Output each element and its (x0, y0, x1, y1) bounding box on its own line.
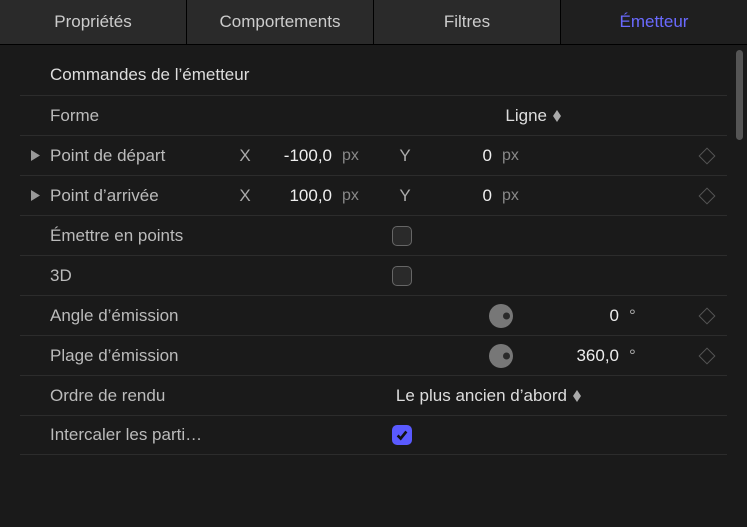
emission-angle-field[interactable]: 0 (539, 306, 619, 326)
tab-bar: Propriétés Comportements Filtres Émetteu… (0, 0, 747, 45)
end-y-field[interactable]: 0 (420, 186, 492, 206)
emission-range-field[interactable]: 360,0 (539, 346, 619, 366)
tab-properties[interactable]: Propriétés (0, 0, 187, 44)
shape-value: Ligne (505, 106, 547, 126)
row-emit-points: Émettre en points (20, 215, 727, 255)
keyframe-button[interactable] (699, 307, 716, 324)
interleave-checkbox[interactable] (392, 425, 412, 445)
scrollbar-thumb[interactable] (736, 50, 743, 140)
tab-label: Filtres (444, 12, 490, 32)
tab-label: Propriétés (54, 12, 131, 32)
label-emit-points: Émettre en points (50, 226, 230, 246)
render-order-dropdown[interactable]: Le plus ancien d’abord (396, 386, 587, 406)
tab-behaviors[interactable]: Comportements (187, 0, 374, 44)
label-interleave: Intercaler les parti… (50, 425, 230, 445)
label-render-order: Ordre de rendu (50, 386, 230, 406)
tab-emitter[interactable]: Émetteur (561, 0, 747, 44)
label-emission-angle: Angle d’émission (50, 306, 230, 326)
y-label: Y (396, 186, 414, 206)
tab-filters[interactable]: Filtres (374, 0, 561, 44)
row-interleave: Intercaler les parti… (20, 415, 727, 455)
disclosure-end[interactable] (20, 190, 50, 201)
section-header: Commandes de l’émetteur (20, 55, 727, 95)
start-y-field[interactable]: 0 (420, 146, 492, 166)
emission-range-dial[interactable] (489, 344, 513, 368)
3d-checkbox[interactable] (392, 266, 412, 286)
row-3d: 3D (20, 255, 727, 295)
label-3d: 3D (50, 266, 230, 286)
y-label: Y (396, 146, 414, 166)
emit-points-checkbox[interactable] (392, 226, 412, 246)
tab-label: Émetteur (620, 12, 689, 32)
start-x-field[interactable]: -100,0 (260, 146, 332, 166)
row-end-point: Point d’arrivée X 100,0 px Y 0 px (20, 175, 727, 215)
stepper-icon (553, 110, 561, 122)
x-label: X (236, 146, 254, 166)
render-order-value: Le plus ancien d’abord (396, 386, 567, 406)
unit-px: px (338, 147, 366, 165)
unit-px: px (498, 187, 526, 205)
end-x-field[interactable]: 100,0 (260, 186, 332, 206)
keyframe-button[interactable] (699, 347, 716, 364)
row-shape: Forme Ligne (20, 95, 727, 135)
row-emission-range: Plage d’émission 360,0 ° (20, 335, 727, 375)
shape-dropdown[interactable]: Ligne (505, 106, 567, 126)
label-emission-range: Plage d’émission (50, 346, 230, 366)
row-render-order: Ordre de rendu Le plus ancien d’abord (20, 375, 727, 415)
emission-angle-dial[interactable] (489, 304, 513, 328)
label-start: Point de départ (50, 146, 230, 166)
label-shape: Forme (50, 106, 230, 126)
unit-px: px (498, 147, 526, 165)
unit-px: px (338, 187, 366, 205)
stepper-icon (573, 390, 581, 402)
row-emission-angle: Angle d’émission 0 ° (20, 295, 727, 335)
keyframe-button[interactable] (699, 147, 716, 164)
tab-label: Comportements (220, 12, 341, 32)
row-start-point: Point de départ X -100,0 px Y 0 px (20, 135, 727, 175)
unit-degree: ° (625, 346, 643, 366)
unit-degree: ° (625, 306, 643, 326)
disclosure-start[interactable] (20, 150, 50, 161)
x-label: X (236, 186, 254, 206)
keyframe-button[interactable] (699, 187, 716, 204)
label-end: Point d’arrivée (50, 186, 230, 206)
inspector-panel: Commandes de l’émetteur Forme Ligne (0, 45, 747, 455)
